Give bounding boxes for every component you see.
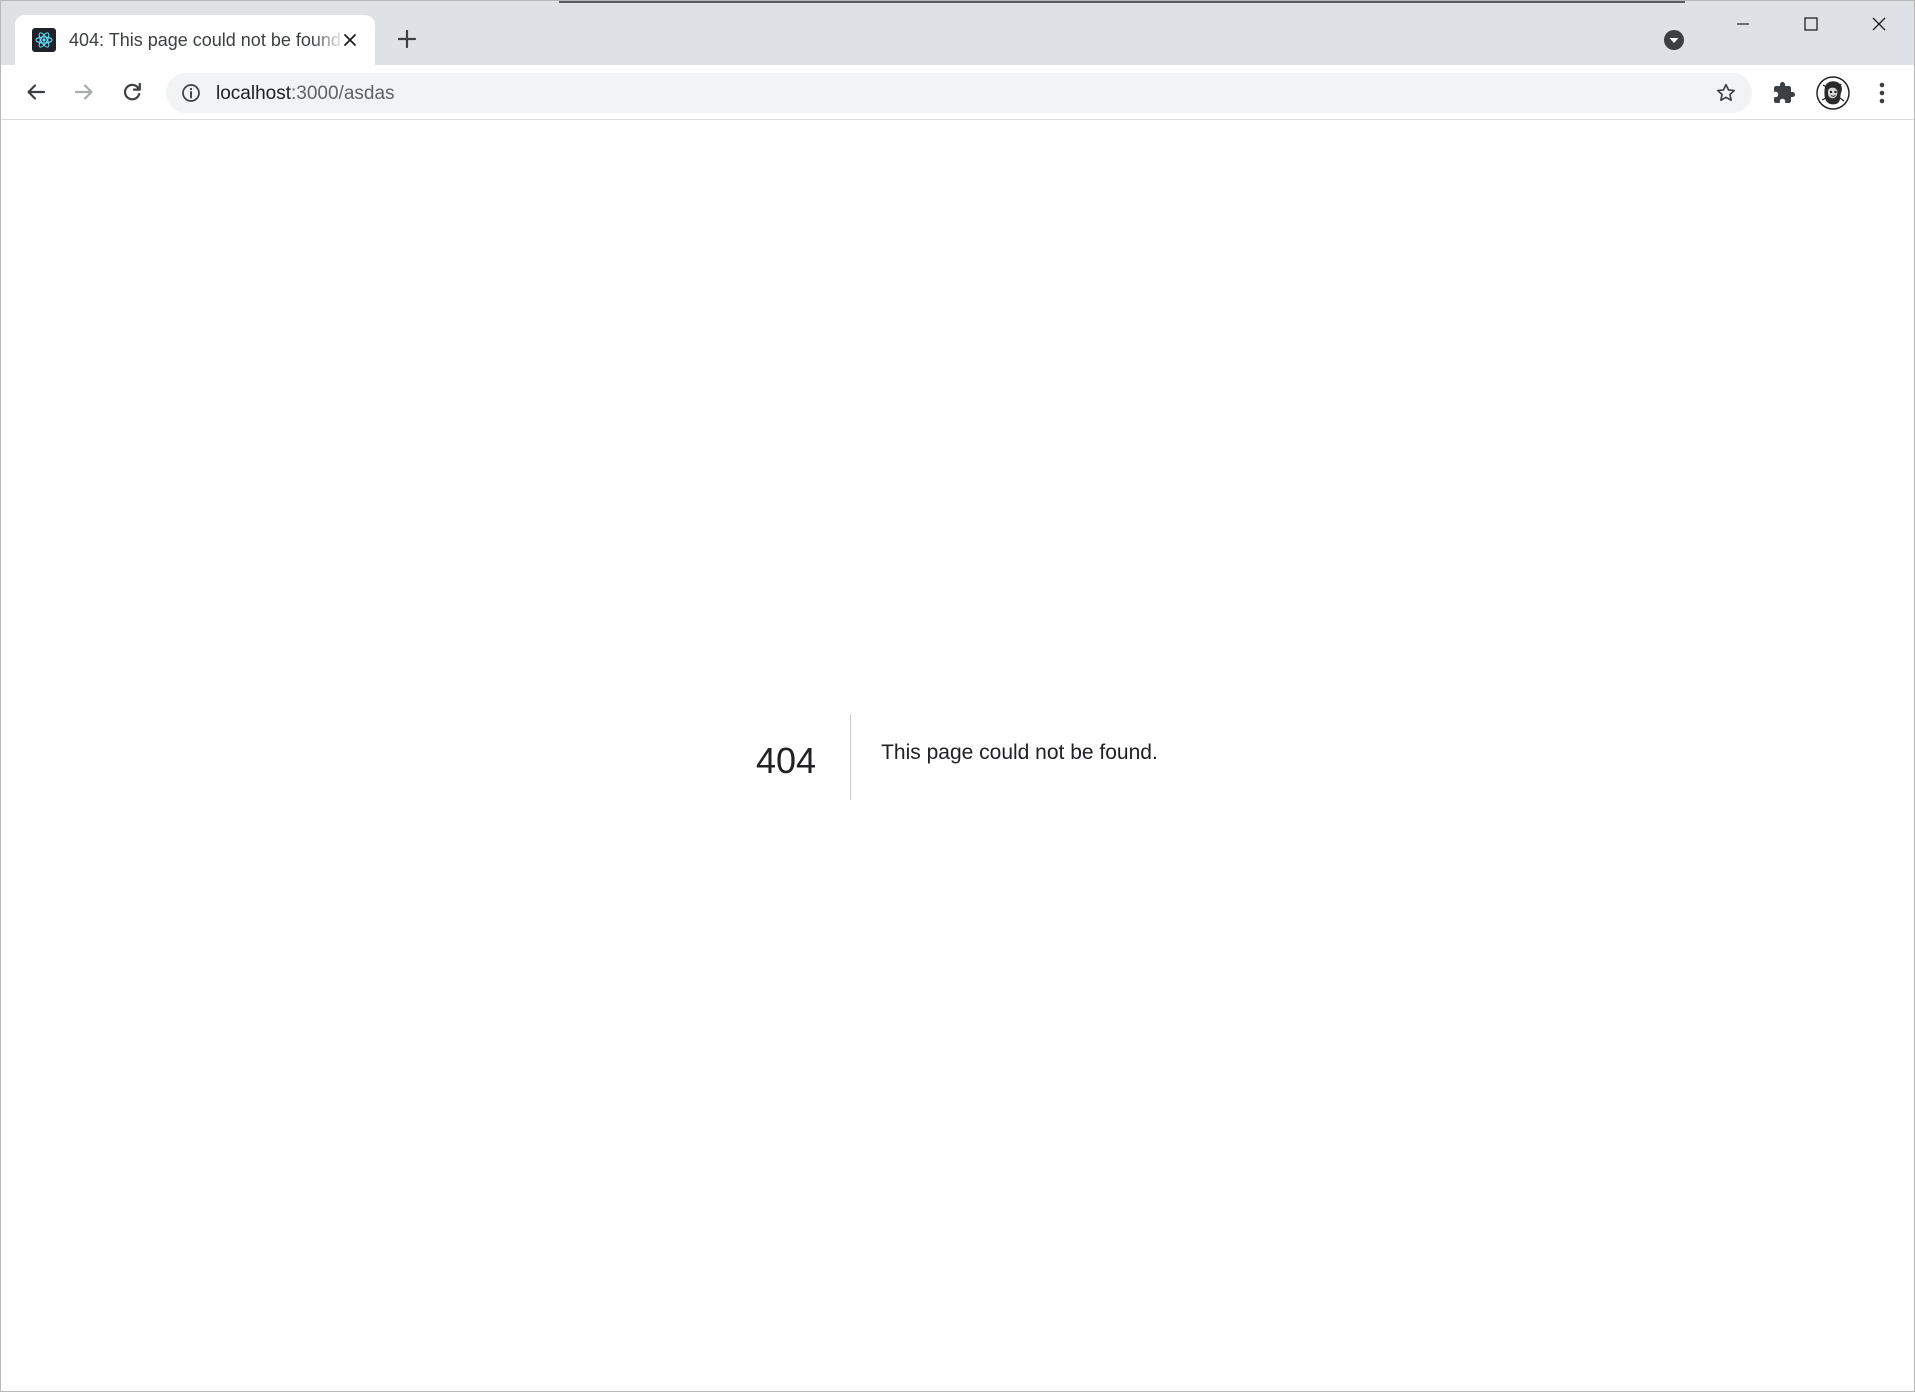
page-viewport: 404 This page could not be found.: [1, 121, 1914, 1391]
url-path: :3000/asdas: [291, 83, 395, 104]
tab-active[interactable]: 404: This page could not be found: [15, 15, 375, 65]
bookmark-star-icon[interactable]: [1714, 81, 1738, 105]
url-host: localhost: [216, 83, 291, 104]
error-message: This page could not be found.: [881, 741, 1158, 764]
close-icon[interactable]: [1845, 1, 1913, 47]
minimize-icon[interactable]: [1709, 1, 1777, 47]
back-arrow-icon[interactable]: [19, 75, 53, 109]
plus-icon[interactable]: [391, 23, 423, 55]
reload-icon[interactable]: [115, 75, 149, 109]
forward-arrow-icon[interactable]: [67, 75, 101, 109]
react-logo-icon: [32, 28, 56, 52]
tab-strip: 404: This page could not be found: [1, 1, 1914, 65]
browser-toolbar: localhost:3000/asdas: [1, 65, 1914, 120]
profile-avatar[interactable]: [1816, 76, 1850, 110]
more-vert-icon[interactable]: [1867, 78, 1897, 108]
address-bar[interactable]: localhost:3000/asdas: [166, 73, 1752, 113]
maximize-icon[interactable]: [1777, 1, 1845, 47]
extensions-puzzle-icon[interactable]: [1769, 78, 1799, 108]
chevron-down-icon[interactable]: [1661, 27, 1687, 53]
error-container: 404 This page could not be found.: [756, 714, 1158, 800]
tab-strip-accent-line: [559, 1, 1685, 3]
url-text[interactable]: localhost:3000/asdas: [216, 83, 395, 105]
error-code: 404: [756, 740, 817, 781]
tab-title: 404: This page could not be found: [69, 30, 341, 50]
info-icon[interactable]: [180, 82, 202, 104]
close-tab-icon[interactable]: [338, 28, 362, 52]
browser-window: 404: This page could not be found localh…: [0, 0, 1915, 1392]
